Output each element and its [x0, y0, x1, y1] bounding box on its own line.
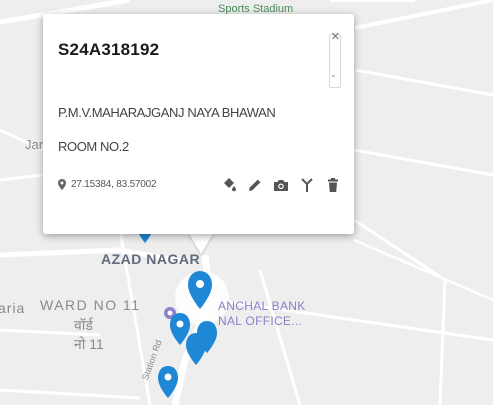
coordinates-row: 27.15384, 83.57002 [58, 179, 157, 190]
map-view[interactable]: Sports Stadium Jar AZAD NAGAR aria WARD … [0, 0, 493, 405]
popup-toolbar [221, 176, 341, 194]
scroll-down-icon[interactable]: ⌄ [330, 70, 337, 79]
ward-hindi-label-1: वॉर्ड [74, 317, 93, 333]
ward-left-label: aria [0, 300, 26, 316]
trash-icon[interactable] [325, 176, 341, 194]
bank-label-line1: ANCHAL BANK [218, 299, 306, 313]
location-pin-icon [58, 179, 66, 190]
site-id-title: S24A318192 [58, 40, 160, 59]
ward-label: WARD NO 11 [40, 297, 141, 313]
pencil-icon[interactable] [247, 176, 263, 194]
coordinates-text: 27.15384, 83.57002 [71, 179, 157, 190]
antenna-icon[interactable] [299, 176, 315, 194]
azad-nagar-label: AZAD NAGAR [101, 251, 201, 267]
bank-label-line2: NAL OFFICE... [218, 314, 303, 328]
camera-icon[interactable] [273, 176, 289, 194]
place-label-left: Jar [25, 137, 44, 152]
marker-info-popup: S24A318192 × ⌄ P.M.V.MAHARAJGANJ NAYA BH… [43, 14, 354, 234]
paint-bucket-icon[interactable] [221, 176, 237, 194]
popup-tail [188, 232, 214, 254]
ward-hindi-label-2: नो 11 [74, 336, 104, 352]
close-icon[interactable]: × [331, 28, 340, 45]
site-address: P.M.V.MAHARAJGANJ NAYA BHAWAN ROOM NO.2 [58, 105, 276, 154]
